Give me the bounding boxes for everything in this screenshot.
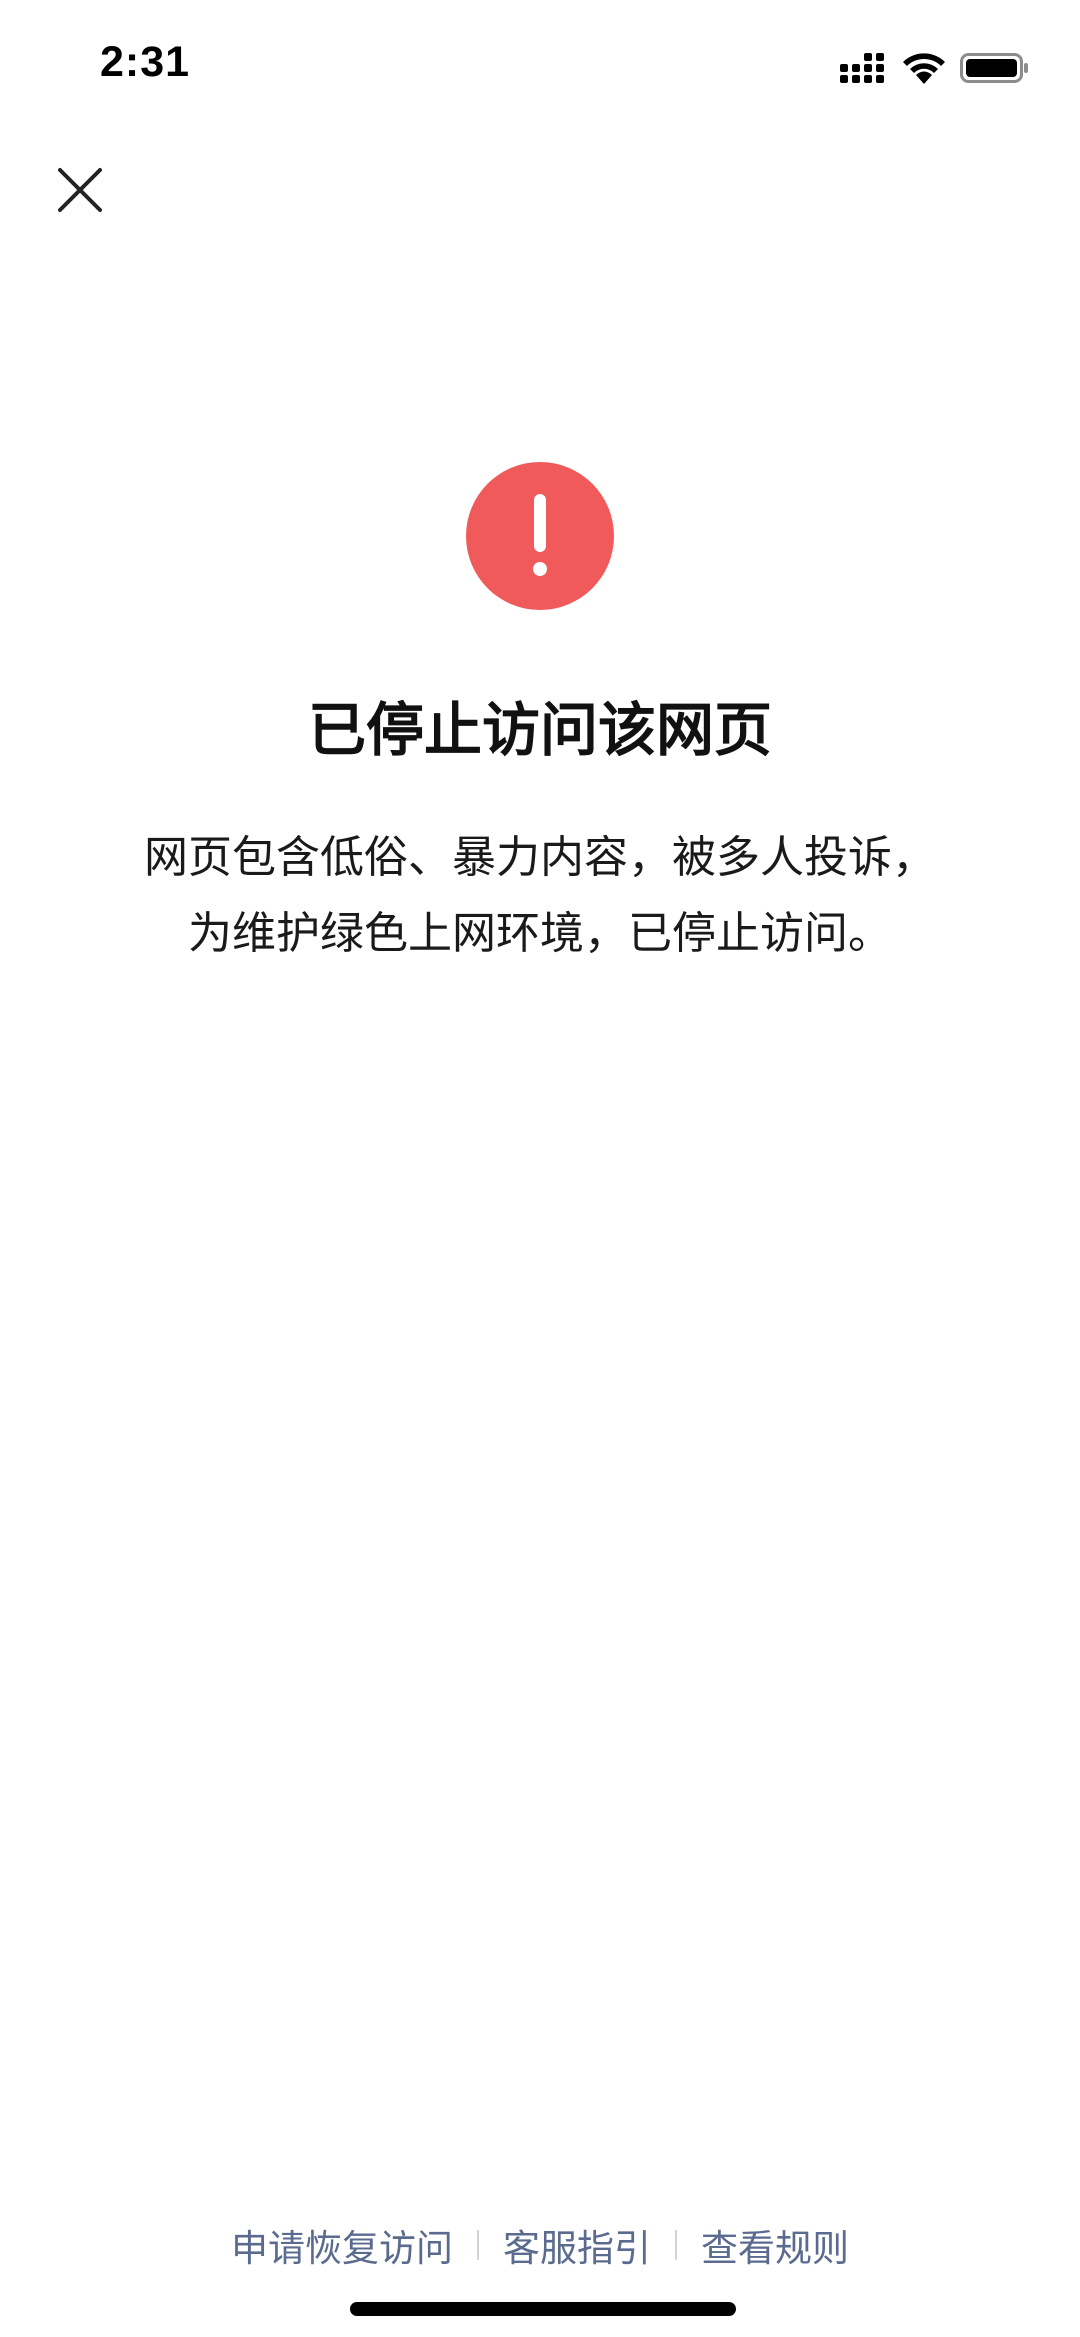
divider — [675, 2230, 677, 2260]
page-title: 已停止访问该网页 — [307, 696, 772, 764]
divider — [477, 2230, 479, 2260]
status-icons — [840, 48, 1030, 88]
request-restore-access-link[interactable]: 申请恢复访问 — [231, 2218, 453, 2272]
notice-description: 网页包含低俗、暴力内容，被多人投诉， 为维护绿色上网环境，已停止访问。 — [90, 820, 990, 972]
cellular-signal-icon — [840, 53, 884, 83]
exclamation-dot — [533, 562, 547, 576]
close-icon — [58, 168, 102, 212]
exclamation-bar — [534, 494, 546, 552]
customer-service-guide-link[interactable]: 客服指引 — [503, 2218, 651, 2272]
home-indicator[interactable] — [350, 2302, 736, 2316]
wifi-icon — [903, 53, 945, 84]
status-time: 2:31 — [100, 38, 191, 86]
description-line-2: 为维护绿色上网环境，已停止访问。 — [188, 908, 892, 959]
footer-links: 申请恢复访问 客服指引 查看规则 — [0, 2210, 1080, 2280]
close-button[interactable] — [50, 160, 110, 220]
exclamation-circle-icon — [466, 462, 614, 610]
battery-icon — [960, 53, 1028, 83]
description-line-1: 网页包含低俗、暴力内容，被多人投诉， — [144, 832, 936, 883]
view-rules-link[interactable]: 查看规则 — [701, 2218, 849, 2272]
status-bar: 2:31 — [0, 0, 1080, 130]
